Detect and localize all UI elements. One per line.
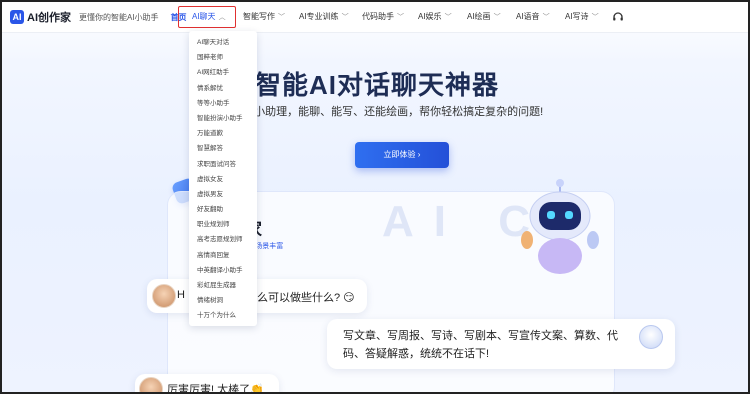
dropdown-item[interactable]: AI聊天对话	[189, 35, 257, 50]
try-now-button[interactable]: 立即体验 ›	[355, 142, 449, 168]
nav-smart-writing[interactable]: 智能写作 ﹀	[243, 11, 285, 22]
nav-smart-writing-label: 智能写作	[243, 12, 275, 21]
dropdown-item[interactable]: 十万个为什么	[189, 308, 257, 323]
dropdown-item[interactable]: 求职面试问答	[189, 157, 257, 172]
ai-chat-dropdown: AI聊天对话 国粹老师 AI网红助手 情系解忧 等等小助手 智能扮演小助手 万能…	[189, 31, 257, 326]
chevron-down-icon: ﹀	[444, 13, 452, 21]
logo[interactable]: AI AI创作家	[10, 9, 71, 25]
dropdown-item[interactable]: 好友翻助	[189, 202, 257, 217]
chevron-down-icon: ﹀	[397, 13, 404, 21]
chat-bubble-user-1-tail: 么可以做些什么? 😏	[257, 292, 355, 304]
dropdown-item[interactable]: 等等小助手	[189, 96, 257, 111]
chevron-down-icon: ﹀	[542, 13, 550, 21]
chevron-down-icon: ﹀	[341, 13, 349, 21]
nav-ai-entertainment-label: AI娱乐	[418, 12, 442, 21]
logo-text: AI创作家	[27, 12, 71, 24]
chevron-down-icon: ﹀	[591, 13, 599, 21]
dropdown-item[interactable]: 智能扮演小助手	[189, 111, 257, 126]
nav-ai-painting[interactable]: AI绘画 ﹀	[467, 11, 501, 22]
dropdown-item[interactable]: 万能道歉	[189, 126, 257, 141]
nav-ai-poem-label: AI写诗	[565, 12, 589, 21]
nav-ai-painting-label: AI绘画	[467, 12, 491, 21]
user-avatar-2	[139, 377, 163, 392]
dropdown-item[interactable]: 高考志愿规划师	[189, 232, 257, 247]
hero-subtitle: 真人的AI小助理，能聊、能写、还能绘画，帮你轻松搞定复杂的问题!	[210, 106, 544, 118]
bot-avatar	[639, 325, 663, 349]
chat-bubble-user-1-text: H	[177, 289, 185, 301]
dropdown-item[interactable]: 国粹老师	[189, 50, 257, 65]
user-avatar	[152, 284, 176, 308]
chat-bubble-user-2-text: 厉害厉害! 太棒了👏	[167, 384, 264, 394]
dropdown-item[interactable]: 高情商回复	[189, 248, 257, 263]
app-frame: AI AI创作家 更懂你的智能AI小助手 首页 AI聊天 ︿ 智能写作 ﹀ AI专业…	[0, 0, 750, 394]
dropdown-item[interactable]: 虚拟女友	[189, 172, 257, 187]
nav-ai-training-label: AI专业训练	[299, 12, 339, 21]
logo-mark-icon: AI	[10, 10, 24, 24]
chat-bubble-bot: 写文章、写周报、写诗、写剧本、写宣传文案、算数、代码、答疑解惑，统统不在话下!	[327, 319, 675, 369]
nav-ai-chat-label: AI聊天	[192, 12, 216, 21]
nav-code-assistant-label: 代码助手	[362, 12, 394, 21]
dropdown-item[interactable]: 职业规划师	[189, 217, 257, 232]
dropdown-item[interactable]: 情绪树洞	[189, 293, 257, 308]
nav-ai-voice[interactable]: AI语音 ﹀	[516, 11, 550, 22]
chevron-up-icon: ︿	[218, 13, 226, 21]
hero-title: 智能AI对话聊天神器	[254, 70, 499, 100]
dropdown-item[interactable]: AI网红助手	[189, 65, 257, 80]
nav-ai-entertainment[interactable]: AI娱乐 ﹀	[418, 11, 452, 22]
headset-icon[interactable]	[612, 11, 624, 26]
dropdown-item[interactable]: 中英翻译小助手	[189, 263, 257, 278]
dropdown-item[interactable]: 智慧解答	[189, 141, 257, 156]
nav-ai-training[interactable]: AI专业训练 ﹀	[299, 11, 349, 22]
dropdown-item[interactable]: 情系解忧	[189, 81, 257, 96]
nav-ai-voice-label: AI语音	[516, 12, 540, 21]
nav-ai-poem[interactable]: AI写诗 ﹀	[565, 11, 599, 22]
dropdown-item[interactable]: 彩虹屁生成器	[189, 278, 257, 293]
nav-code-assistant[interactable]: 代码助手 ﹀	[362, 11, 404, 22]
chevron-down-icon: ﹀	[493, 13, 501, 21]
nav-ai-chat[interactable]: AI聊天 ︿	[192, 11, 226, 22]
chat-bubble-bot-text: 写文章、写周报、写诗、写剧本、写宣传文案、算数、代码、答疑解惑，统统不在话下!	[343, 330, 618, 360]
robot-mascot-icon	[515, 178, 605, 278]
chevron-down-icon: ﹀	[278, 13, 285, 21]
slogan: 更懂你的智能AI小助手	[79, 12, 159, 22]
dropdown-item[interactable]: 虚拟男友	[189, 187, 257, 202]
